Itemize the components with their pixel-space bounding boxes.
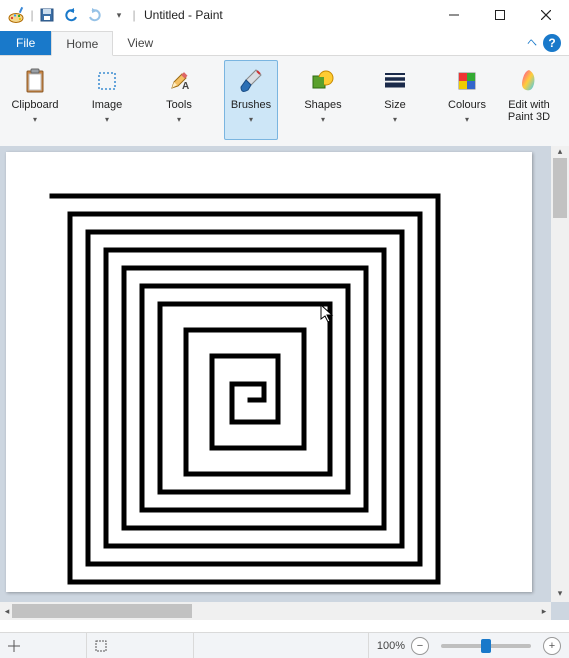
chevron-down-icon: ▾ bbox=[321, 115, 325, 124]
svg-text:A: A bbox=[182, 81, 189, 92]
home-tab[interactable]: Home bbox=[51, 31, 113, 56]
save-button[interactable] bbox=[36, 4, 58, 26]
qat-separator: | bbox=[30, 4, 34, 26]
chevron-down-icon: ▾ bbox=[33, 115, 37, 124]
vertical-scroll-thumb[interactable] bbox=[553, 158, 567, 218]
colours-button[interactable]: Colours ▾ bbox=[440, 60, 494, 140]
edit-paint3d-button[interactable]: Edit with Paint 3D bbox=[500, 60, 558, 140]
pencil-icon: A bbox=[165, 67, 193, 95]
image-size-cell bbox=[194, 633, 368, 658]
zoom-slider[interactable] bbox=[441, 644, 531, 648]
paint3d-label: Edit with Paint 3D bbox=[508, 99, 550, 123]
ribbon: Clipboard ▾ Image ▾ A Tools ▾ bbox=[0, 56, 569, 153]
cursor-position-cell bbox=[0, 633, 87, 658]
view-tab[interactable]: View bbox=[113, 31, 167, 55]
zoom-slider-thumb[interactable] bbox=[481, 639, 491, 653]
ribbon-tabs: File Home View へ ? bbox=[0, 31, 569, 56]
vertical-scrollbar[interactable]: ▴ ▾ bbox=[551, 146, 569, 602]
size-button[interactable]: Size ▾ bbox=[368, 60, 422, 140]
brushes-button[interactable]: Brushes ▾ bbox=[224, 60, 278, 140]
colours-label: Colours bbox=[448, 99, 486, 111]
mouse-cursor bbox=[320, 304, 336, 324]
size-icon bbox=[381, 67, 409, 95]
redo-button[interactable] bbox=[84, 4, 106, 26]
zoom-in-button[interactable]: + bbox=[543, 637, 561, 655]
minimise-button[interactable] bbox=[431, 0, 477, 30]
scroll-down-arrow[interactable]: ▾ bbox=[551, 588, 569, 602]
brushes-label: Brushes bbox=[231, 99, 271, 111]
tools-label: Tools bbox=[166, 99, 192, 111]
image-label: Image bbox=[92, 99, 123, 111]
paint-window: | ▾ | Untitled - Paint File Home View へ … bbox=[0, 0, 569, 658]
tools-button[interactable]: A Tools ▾ bbox=[152, 60, 206, 140]
window-controls bbox=[431, 0, 569, 30]
chevron-down-icon: ▾ bbox=[465, 115, 469, 124]
clipboard-icon bbox=[21, 67, 49, 95]
help-button[interactable]: ? bbox=[543, 34, 561, 52]
spiral-drawing bbox=[6, 152, 532, 592]
quick-access-toolbar: | ▾ | bbox=[0, 4, 136, 26]
undo-button[interactable] bbox=[60, 4, 82, 26]
file-tab[interactable]: File bbox=[0, 31, 51, 55]
chevron-down-icon: ▾ bbox=[177, 115, 181, 124]
paint3d-icon bbox=[515, 67, 543, 95]
shapes-label: Shapes bbox=[304, 99, 341, 111]
chevron-down-icon: ▾ bbox=[105, 115, 109, 124]
crosshair-icon bbox=[8, 640, 20, 652]
shapes-icon bbox=[309, 67, 337, 95]
selection-size-cell bbox=[87, 633, 194, 658]
shapes-button[interactable]: Shapes ▾ bbox=[296, 60, 350, 140]
canvas-area: ▴ ▾ ◂ ▸ bbox=[0, 146, 569, 620]
zoom-out-button[interactable]: − bbox=[411, 637, 429, 655]
zoom-controls: 100% − + bbox=[368, 633, 569, 658]
title-bar: | ▾ | Untitled - Paint bbox=[0, 0, 569, 31]
selection-icon bbox=[95, 640, 107, 652]
scroll-right-arrow[interactable]: ▸ bbox=[537, 602, 551, 620]
window-title: Untitled - Paint bbox=[136, 8, 431, 22]
status-bar: 100% − + bbox=[0, 632, 569, 658]
horizontal-scroll-thumb[interactable] bbox=[12, 604, 192, 618]
brush-icon bbox=[237, 67, 265, 95]
select-icon bbox=[93, 67, 121, 95]
size-label: Size bbox=[384, 99, 405, 111]
clipboard-button[interactable]: Clipboard ▾ bbox=[8, 60, 62, 140]
close-button[interactable] bbox=[523, 0, 569, 30]
chevron-down-icon: ▾ bbox=[393, 115, 397, 124]
image-button[interactable]: Image ▾ bbox=[80, 60, 134, 140]
horizontal-scrollbar[interactable]: ◂ ▸ bbox=[0, 602, 551, 620]
zoom-label: 100% bbox=[377, 640, 405, 652]
chevron-down-icon: ▾ bbox=[249, 115, 253, 124]
app-icon[interactable] bbox=[6, 4, 28, 26]
clipboard-label: Clipboard bbox=[11, 99, 58, 111]
qat-customise[interactable]: ▾ bbox=[108, 4, 130, 26]
canvas[interactable] bbox=[6, 152, 532, 592]
collapse-ribbon-button[interactable]: へ bbox=[527, 34, 537, 55]
maximise-button[interactable] bbox=[477, 0, 523, 30]
colours-icon bbox=[453, 67, 481, 95]
